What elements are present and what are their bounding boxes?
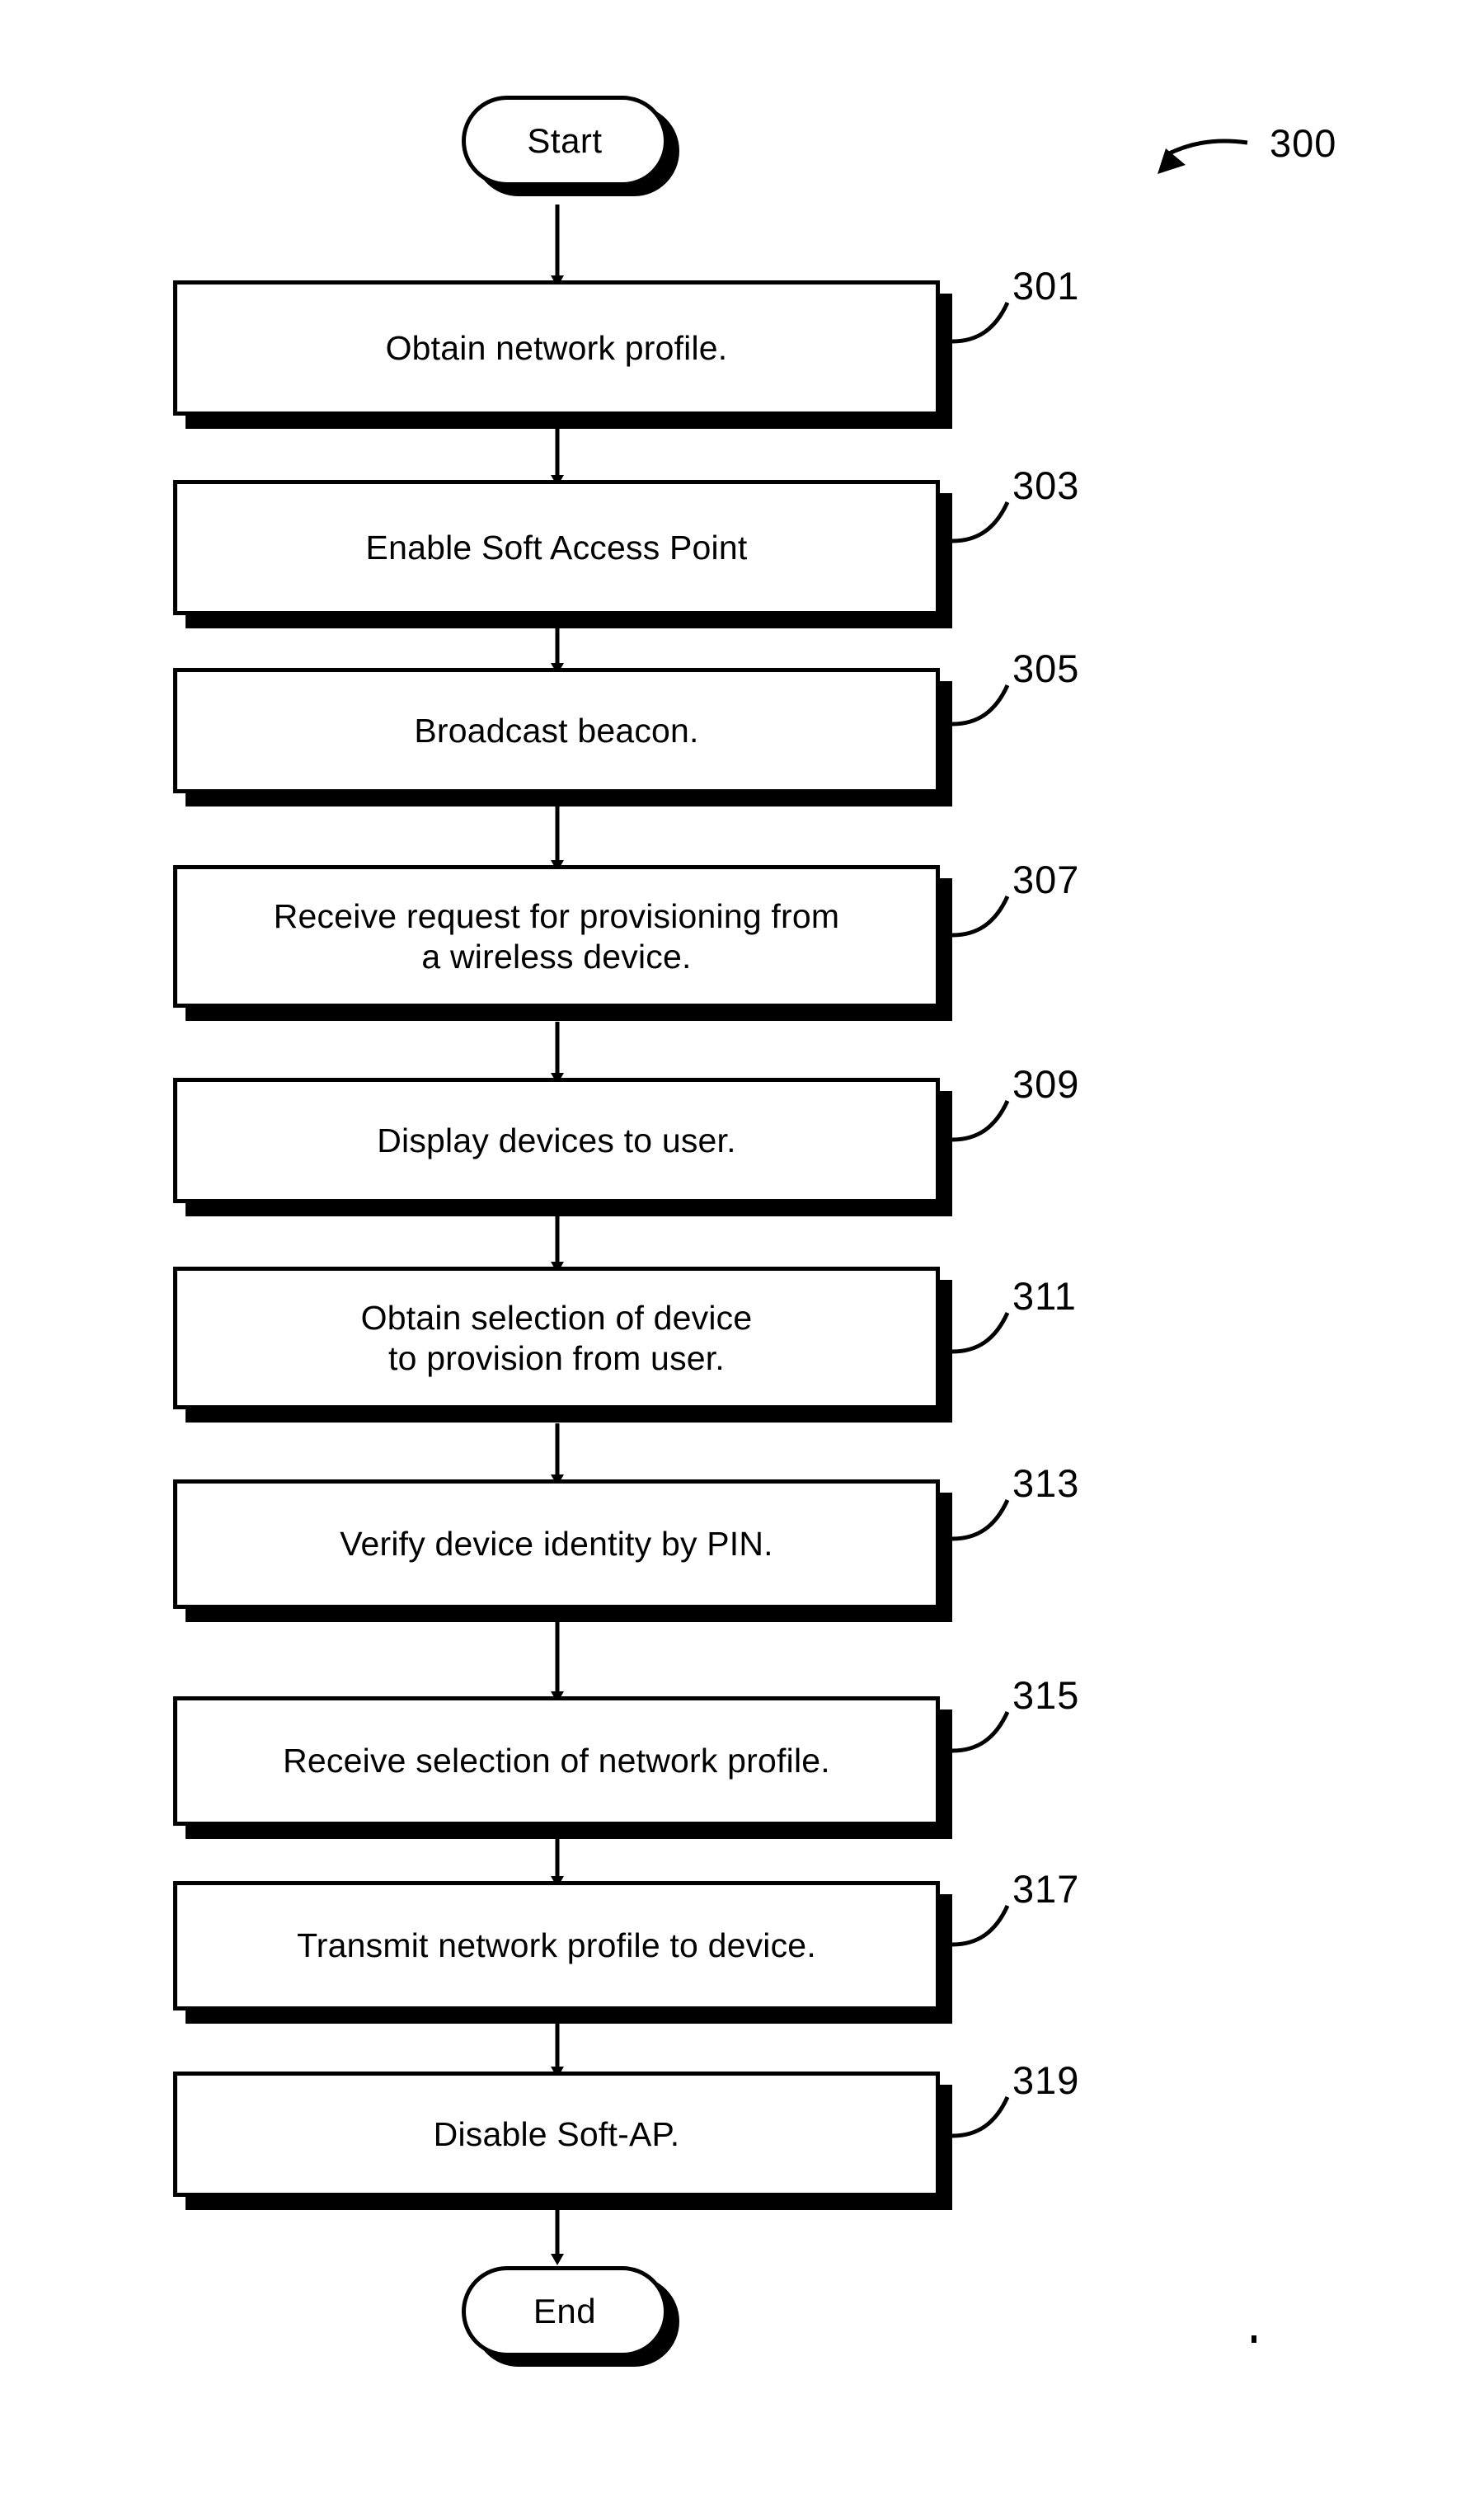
- step-309-ref: 309: [1012, 1062, 1080, 1106]
- step-313-ref: 313: [1012, 1461, 1080, 1505]
- step-301-ref: 301: [1012, 264, 1080, 308]
- figure-number: 300: [1270, 121, 1337, 165]
- step-303-ref: 303: [1012, 463, 1080, 507]
- step-305-ref: 305: [1012, 647, 1080, 690]
- ref-leader-319: [951, 2095, 1010, 2138]
- step-311-box[interactable]: Obtain selection of device to provision …: [173, 1267, 940, 1409]
- step-301-label: Obtain network profile.: [385, 328, 728, 367]
- end-node[interactable]: End: [462, 2266, 668, 2357]
- ref-leader-317: [951, 1904, 1010, 1947]
- step-315-ref: 315: [1012, 1673, 1080, 1717]
- step-305-label: Broadcast beacon.: [414, 711, 699, 750]
- step-319-box[interactable]: Disable Soft-AP.: [173, 2072, 940, 2197]
- step-303-label: Enable Soft Access Point: [365, 528, 748, 567]
- step-305-box[interactable]: Broadcast beacon.: [173, 668, 940, 793]
- step-317-ref: 317: [1012, 1867, 1080, 1911]
- ref-leader-311: [951, 1311, 1010, 1354]
- step-319-ref: 319: [1012, 2058, 1080, 2102]
- step-315-label: Receive selection of network profile.: [283, 1742, 830, 1780]
- step-307-label: Receive request for provisioning from a …: [273, 897, 840, 976]
- step-307-ref: 307: [1012, 858, 1080, 901]
- step-309-box[interactable]: Display devices to user.: [173, 1078, 940, 1203]
- step-317-box[interactable]: Transmit network profile to device.: [173, 1881, 940, 2010]
- ref-leader-305: [951, 684, 1010, 727]
- step-313-box[interactable]: Verify device identity by PIN.: [173, 1479, 940, 1609]
- ref-leader-313: [951, 1498, 1010, 1541]
- stray-mark: [1252, 2335, 1256, 2343]
- ref-leader-303: [951, 501, 1010, 543]
- ref-leader-315: [951, 1710, 1010, 1753]
- step-319-label: Disable Soft-AP.: [433, 2114, 680, 2153]
- figure-leader: [1164, 139, 1248, 158]
- step-311-ref: 311: [1012, 1274, 1077, 1318]
- step-311-label: Obtain selection of device to provision …: [360, 1299, 753, 1377]
- start-node-label: Start: [527, 121, 603, 160]
- ref-leader-309: [951, 1099, 1010, 1142]
- step-307-box[interactable]: Receive request for provisioning from a …: [173, 865, 940, 1008]
- step-303-box[interactable]: Enable Soft Access Point: [173, 480, 940, 615]
- step-301-box[interactable]: Obtain network profile.: [173, 280, 940, 416]
- step-313-label: Verify device identity by PIN.: [340, 1525, 773, 1564]
- ref-leader-301: [951, 301, 1010, 344]
- step-309-label: Display devices to user.: [377, 1121, 736, 1159]
- ref-leader-307: [951, 895, 1010, 938]
- figure-canvas: 300 Start Obtain network profile. 301 En…: [0, 0, 1484, 2516]
- start-node[interactable]: Start: [462, 96, 668, 186]
- end-node-label: End: [533, 2292, 597, 2330]
- step-317-label: Transmit network profile to device.: [297, 1926, 816, 1965]
- step-315-box[interactable]: Receive selection of network profile.: [173, 1696, 940, 1826]
- ref-leaders: [951, 301, 1010, 2138]
